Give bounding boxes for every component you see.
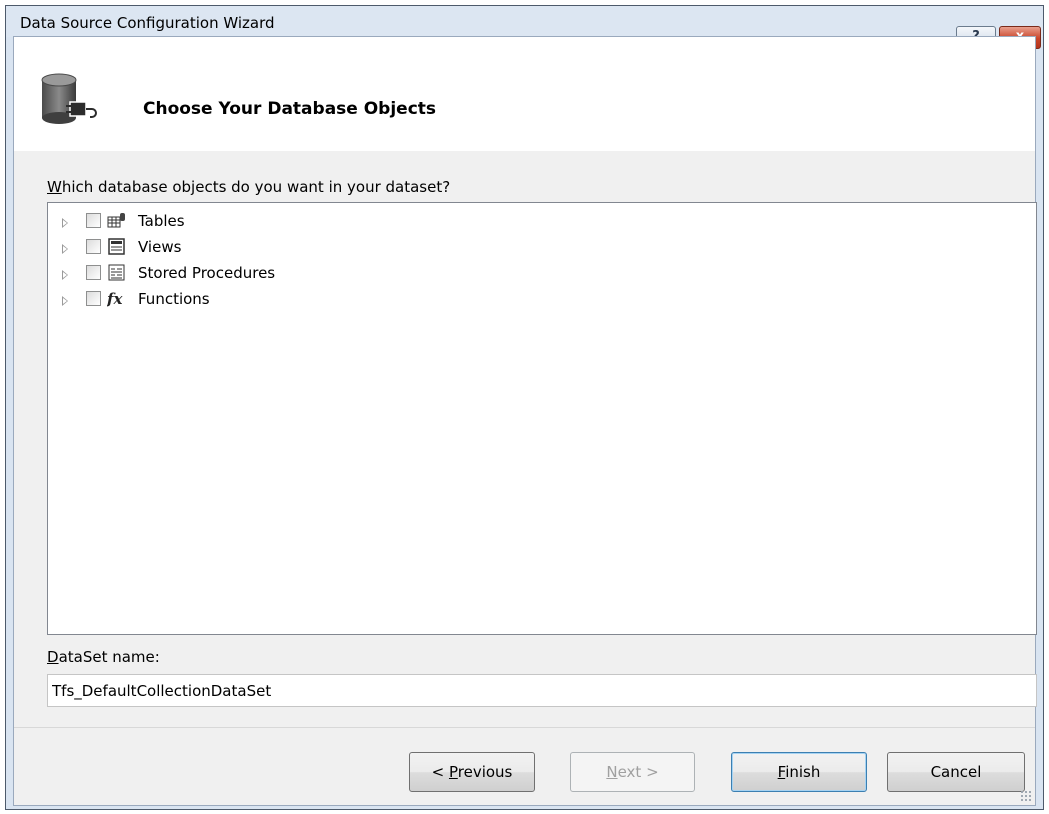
tree-item-label: Tables	[138, 212, 185, 230]
tree-item-label: Stored Procedures	[138, 264, 276, 282]
tree-item-label: Views	[138, 238, 182, 256]
wizard-body: Choose Your Database Objects Which datab…	[13, 36, 1037, 806]
views-checkbox[interactable]	[86, 239, 101, 254]
stored-procedures-checkbox[interactable]	[86, 265, 101, 280]
tree-item-tables[interactable]: Tables	[48, 211, 348, 237]
finish-button[interactable]: Finish	[731, 752, 867, 792]
page-title: Choose Your Database Objects	[143, 99, 437, 119]
tree-item-functions[interactable]: fx Functions	[48, 289, 348, 315]
objects-prompt: Which database objects do you want in yo…	[47, 178, 451, 196]
tree-item-stored-procedures[interactable]: Stored Procedures	[48, 263, 348, 289]
dataset-name-label: DataSet name:	[47, 648, 160, 666]
dataset-name-field[interactable]	[47, 674, 1037, 707]
wizard-header: Choose Your Database Objects	[14, 37, 1035, 151]
next-button[interactable]: Next >	[570, 752, 695, 792]
expand-arrow-icon[interactable]	[62, 270, 68, 280]
table-icon	[107, 213, 125, 228]
divider	[14, 727, 1035, 728]
cancel-button[interactable]: Cancel	[887, 752, 1025, 792]
functions-checkbox[interactable]	[86, 291, 101, 306]
tree-item-views[interactable]: Views	[48, 237, 348, 263]
resize-grip[interactable]	[1020, 790, 1032, 802]
title-bar: Data Source Configuration Wizard	[6, 6, 1043, 37]
function-icon: fx	[107, 290, 123, 308]
previous-button[interactable]: < Previous	[409, 752, 535, 792]
view-icon	[108, 238, 125, 255]
window-title: Data Source Configuration Wizard	[20, 14, 275, 32]
expand-arrow-icon[interactable]	[62, 296, 68, 306]
stored-procedure-icon	[108, 264, 125, 281]
database-connect-icon	[41, 73, 97, 124]
expand-arrow-icon[interactable]	[62, 244, 68, 254]
wizard-window: Data Source Configuration Wizard ? x	[5, 5, 1044, 810]
tree-item-label: Functions	[138, 290, 210, 308]
database-objects-tree[interactable]: Tables Views Stored Procedures fx Functi…	[47, 202, 1037, 635]
svg-text:fx: fx	[107, 290, 123, 308]
tables-checkbox[interactable]	[86, 213, 101, 228]
expand-arrow-icon[interactable]	[62, 218, 68, 228]
